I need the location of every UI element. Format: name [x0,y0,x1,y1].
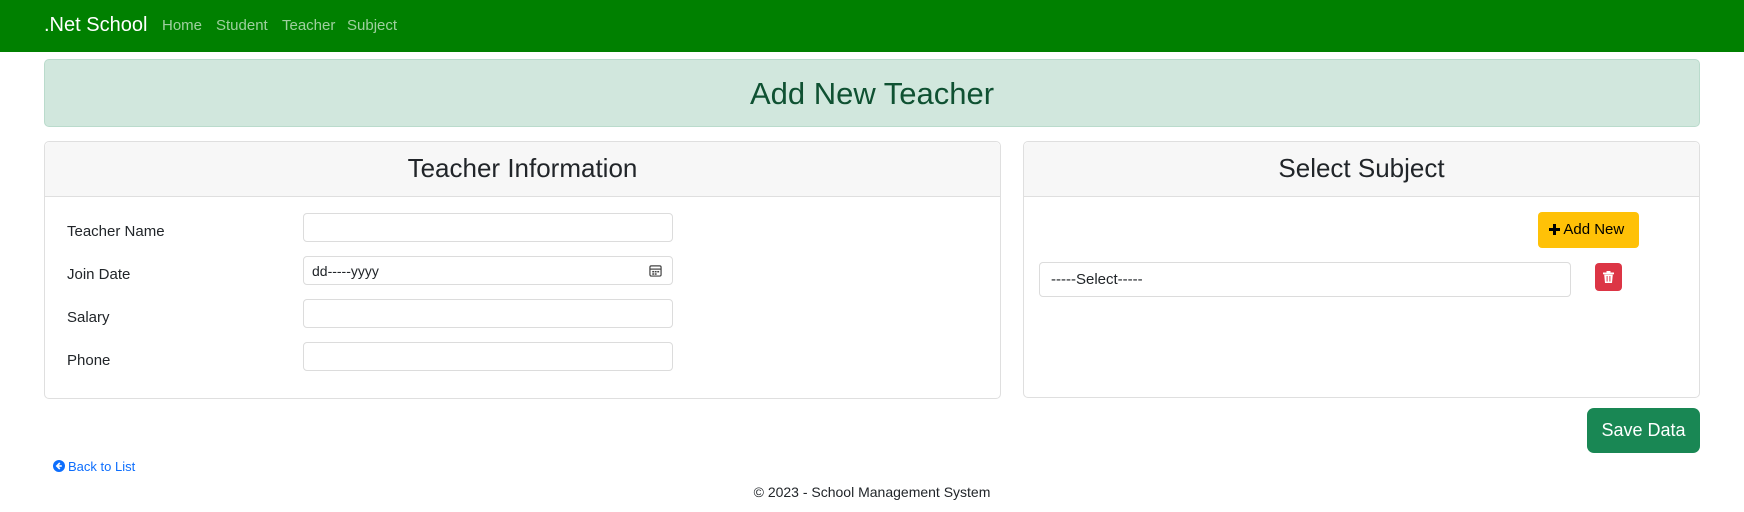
nav-item-subject[interactable]: Subject [347,17,397,34]
brand-logo[interactable]: .Net School [44,14,147,37]
teacher-information-card: Teacher Information Teacher Name Join Da… [44,141,1001,399]
teacher-name-input[interactable] [303,213,673,242]
salary-input[interactable] [303,299,673,328]
phone-label: Phone [67,352,111,369]
footer-copyright: © 2023 - School Management System [753,484,991,500]
select-subject-card: Select Subject Add New -----Select----- [1023,141,1700,398]
plus-icon [1549,224,1560,235]
subject-select-value: -----Select----- [1051,271,1143,288]
salary-label: Salary [67,309,110,326]
select-subject-title: Select Subject [1278,153,1445,183]
phone-input[interactable] [303,342,673,371]
page-title-banner: Add New Teacher [44,59,1700,127]
join-date-label: Join Date [67,266,131,283]
join-date-input[interactable]: dd-----yyyy [303,256,673,285]
add-new-label: Add New [1563,221,1625,238]
add-new-subject-button[interactable]: Add New [1538,212,1639,248]
arrow-left-circle-icon [53,460,65,472]
calendar-icon[interactable] [649,264,662,277]
nav-item-home[interactable]: Home [162,17,202,34]
subject-select[interactable]: -----Select----- [1039,262,1571,297]
select-subject-header: Select Subject [1024,142,1699,197]
top-navbar: .Net School Home Student Teacher Subject [0,0,1744,52]
back-to-list-link[interactable]: Back to List [53,459,135,474]
join-date-value: dd-----yyyy [312,263,379,279]
teacher-name-label: Teacher Name [67,223,165,240]
save-data-button[interactable]: Save Data [1587,408,1700,453]
nav-item-student[interactable]: Student [216,17,268,34]
teacher-information-header: Teacher Information [45,142,1000,197]
page-title: Add New Teacher [749,76,995,111]
back-to-list-label: Back to List [68,459,136,474]
nav-item-teacher[interactable]: Teacher [282,17,335,34]
trash-icon [1603,271,1614,283]
teacher-information-title: Teacher Information [407,153,638,183]
delete-subject-button[interactable] [1595,263,1622,291]
